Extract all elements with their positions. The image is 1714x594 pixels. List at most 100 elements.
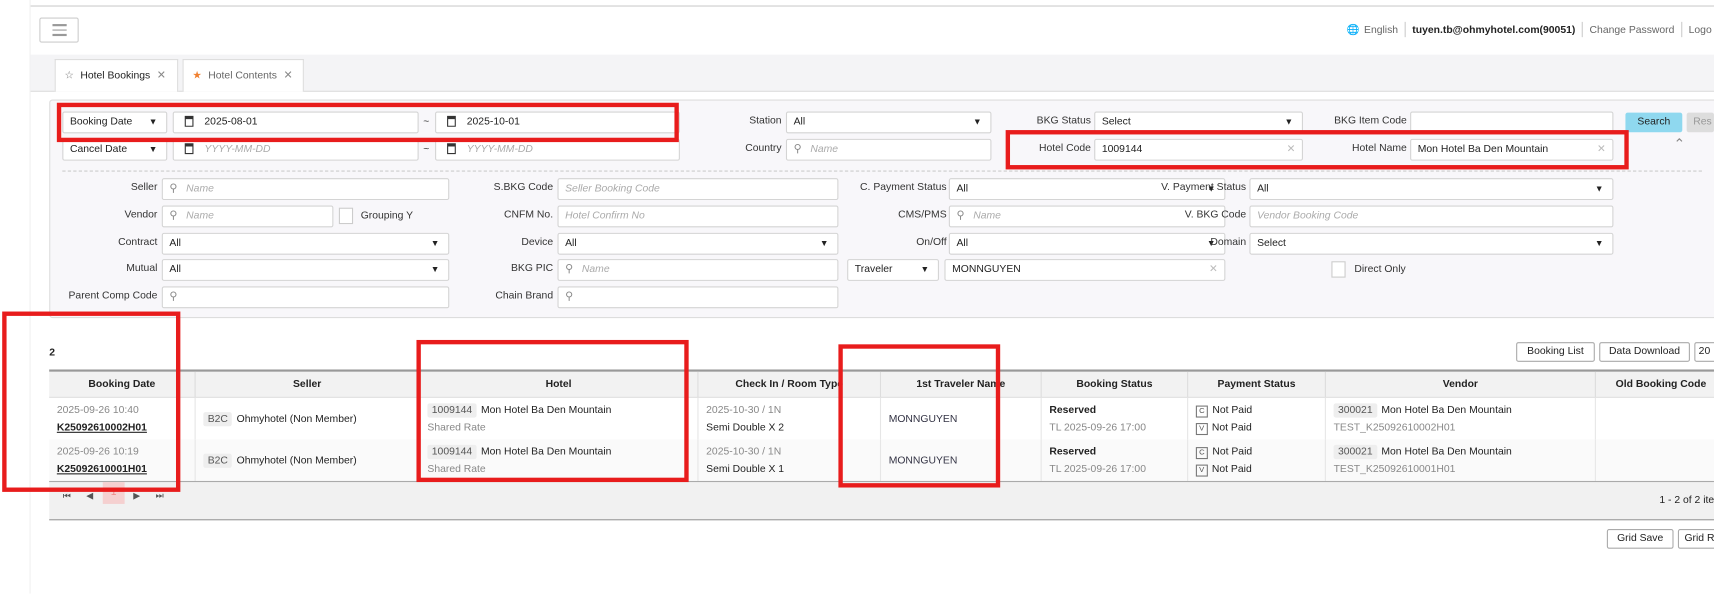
device-select[interactable]: All: [557, 232, 839, 255]
customer-payment: Not Paid: [1212, 445, 1253, 459]
time-limit: TL 2025-09-26 17:00: [1049, 421, 1146, 434]
col-seller[interactable]: Seller: [194, 371, 419, 398]
next-page-icon[interactable]: ▶: [130, 491, 143, 501]
booking-list-button[interactable]: Booking List: [1516, 342, 1595, 362]
country-input[interactable]: ⚲ Name: [785, 138, 992, 161]
vendor-payment: Not Paid: [1211, 463, 1252, 476]
cell-vendor: 300021 Mon Hotel Ba Den Mountain TEST_K25…: [1324, 397, 1595, 440]
direct-only-checkbox[interactable]: [1331, 261, 1346, 278]
page-size-button[interactable]: 20: [1694, 342, 1714, 362]
tab-hotel-contents[interactable]: ★ Hotel Contents ✕: [182, 59, 304, 92]
vendor-payment: Not Paid: [1211, 421, 1252, 434]
last-page-icon[interactable]: ⏭: [153, 491, 166, 502]
cell-vendor: 300021 Mon Hotel Ba Den Mountain TEST_K25…: [1324, 439, 1595, 481]
domain-select[interactable]: Select: [1249, 232, 1614, 255]
globe-icon: 🌐: [1346, 23, 1360, 36]
room-type: Semi Double X 2: [706, 421, 785, 434]
cnfm-input[interactable]: Hotel Confirm No: [557, 205, 839, 228]
user-account: tuyen.tb@ohmyhotel.com(90051): [1412, 23, 1576, 36]
seller-type-badge: B2C: [203, 453, 233, 468]
change-password-link[interactable]: Change Password: [1590, 24, 1675, 36]
select-value: All: [565, 237, 577, 250]
close-icon[interactable]: ✕: [284, 70, 293, 82]
chain-brand-label: Chain Brand: [495, 289, 554, 302]
prev-page-icon[interactable]: ◀: [83, 491, 96, 501]
highlight-booking-date-column: [2, 311, 181, 492]
menu-button[interactable]: [39, 17, 79, 43]
placeholder: YYYY-MM-DD: [466, 143, 533, 156]
v-payment-status-select[interactable]: All: [1249, 178, 1614, 201]
cell-booking-status: Reserved TL 2025-09-26 17:00: [1040, 397, 1187, 440]
user-bar: 🌐 English tuyen.tb@ohmyhotel.com(90051) …: [1346, 21, 1712, 38]
grid-reset-button[interactable]: Grid R: [1677, 529, 1714, 549]
search-icon: ⚲: [169, 209, 178, 222]
customer-payment: Not Paid: [1212, 404, 1253, 417]
select-value: Select: [1257, 237, 1286, 250]
col-booking-status[interactable]: Booking Status: [1040, 371, 1187, 398]
chain-brand-input[interactable]: ⚲: [557, 286, 839, 309]
placeholder: Name: [810, 143, 839, 156]
clear-icon[interactable]: ✕: [1209, 260, 1218, 280]
on-off-label: On/Off: [916, 236, 947, 249]
search-button[interactable]: Search: [1625, 112, 1683, 133]
cell-payment-status: C Not Paid V Not Paid: [1187, 397, 1325, 440]
sbkg-code-input[interactable]: Seller Booking Code: [557, 178, 839, 201]
col-vendor[interactable]: Vendor: [1324, 371, 1595, 398]
traveler-input[interactable]: MONNGUYEN ✕: [944, 259, 1226, 281]
tab-hotel-bookings[interactable]: ☆ Hotel Bookings ✕: [54, 59, 179, 92]
select-value: Select: [1101, 115, 1131, 128]
select-value: Cancel Date: [69, 143, 128, 156]
first-page-icon[interactable]: ⏮: [60, 491, 73, 502]
search-icon: ⚲: [956, 209, 965, 222]
calendar-icon: [184, 143, 194, 155]
reset-button[interactable]: Res: [1686, 112, 1714, 133]
language-selector[interactable]: English: [1364, 24, 1398, 36]
grid-save-button[interactable]: Grid Save: [1606, 529, 1674, 549]
cms-pms-label: CMS/PMS: [898, 208, 947, 221]
bkg-pic-label: BKG PIC: [510, 262, 554, 275]
v-payment-status-label: V. Payment Status: [1161, 181, 1247, 194]
divider: [1404, 21, 1406, 38]
col-old-booking-code[interactable]: Old Booking Code: [1594, 371, 1714, 398]
select-value: All: [956, 182, 969, 195]
chevron-up-icon[interactable]: ⌃: [1674, 136, 1686, 153]
cell-seller: B2C Ohmyhotel (Non Member): [194, 439, 419, 481]
bkg-item-code-label: BKG Item Code: [1334, 114, 1407, 127]
col-payment-status[interactable]: Payment Status: [1187, 371, 1325, 398]
customer-tag: C: [1195, 405, 1208, 418]
vendor-tag: V: [1195, 464, 1208, 477]
bkg-pic-input[interactable]: ⚲ Name: [557, 259, 839, 281]
vendor-name: Mon Hotel Ba Den Mountain: [1381, 404, 1512, 417]
traveler-type-select[interactable]: Traveler: [847, 259, 939, 281]
device-label: Device: [521, 236, 554, 249]
contract-select[interactable]: All: [161, 232, 450, 255]
parent-comp-code-label: Parent Comp Code: [68, 289, 158, 302]
data-download-button[interactable]: Data Download: [1599, 342, 1690, 362]
direct-only-label: Direct Only: [1354, 263, 1406, 276]
bkg-status-label: BKG Status: [1036, 114, 1091, 127]
cell-old-booking-code: [1594, 439, 1714, 481]
vendor-code-badge: 300021: [1333, 444, 1377, 460]
station-select[interactable]: All: [785, 111, 992, 134]
search-icon: ⚲: [169, 290, 178, 303]
search-icon: ⚲: [565, 263, 574, 276]
country-label: Country: [745, 142, 782, 155]
parent-comp-code-input[interactable]: ⚲: [161, 286, 450, 309]
seller-input[interactable]: ⚲ Name: [161, 178, 450, 201]
close-icon[interactable]: ✕: [157, 70, 166, 82]
divider: [62, 170, 1702, 172]
select-value: Traveler: [854, 263, 893, 276]
vendor-booking-code: TEST_K25092610001H01: [1333, 463, 1456, 476]
page-range: 1 - 2 of 2 ite: [1659, 494, 1714, 507]
star-filled-icon: ★: [192, 69, 202, 82]
placeholder: Hotel Confirm No: [565, 209, 645, 222]
logout-link[interactable]: Logo: [1689, 24, 1712, 36]
vendor-input[interactable]: ⚲ Name: [161, 205, 334, 228]
customer-tag: C: [1195, 447, 1208, 460]
grouping-checkbox[interactable]: [338, 207, 354, 225]
placeholder: Name: [973, 209, 1001, 222]
highlight-date-range: [56, 102, 679, 143]
v-bkg-code-input[interactable]: Vendor Booking Code: [1249, 205, 1614, 228]
tab-label: Hotel Contents: [208, 69, 277, 82]
mutual-select[interactable]: All: [161, 259, 450, 281]
